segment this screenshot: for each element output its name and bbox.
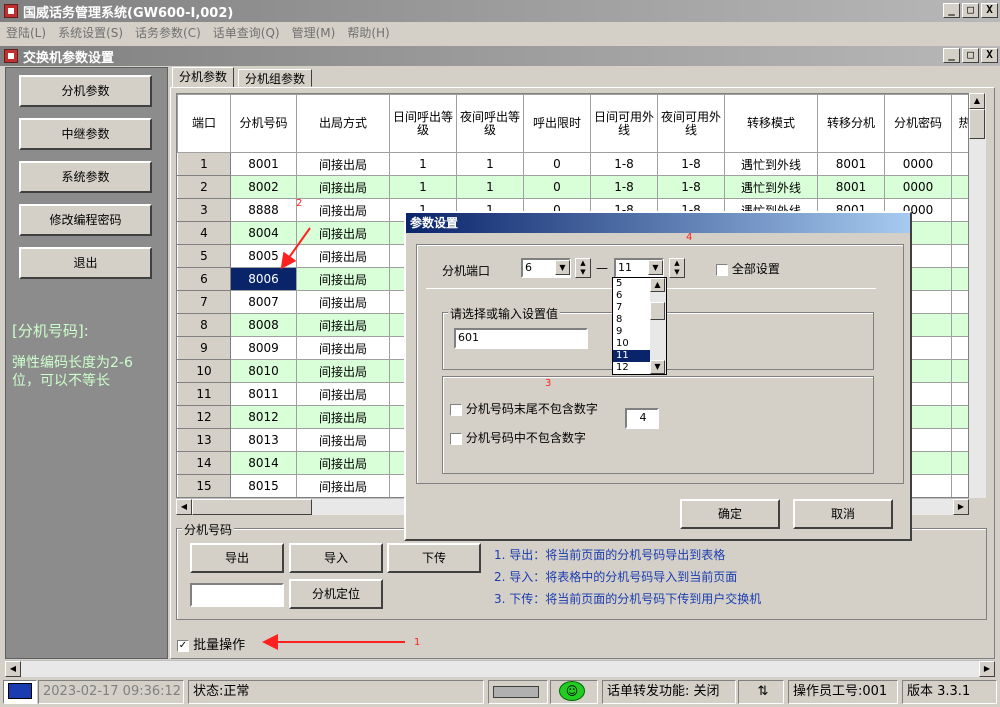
status-datetime: 2023-02-17 09:36:12 xyxy=(38,680,184,704)
list-item[interactable]: 6 xyxy=(613,290,651,302)
status-state: 状态:正常 xyxy=(188,680,484,704)
status-version: 版本 3.3.1 xyxy=(902,680,997,704)
value-input[interactable]: 601 xyxy=(454,328,588,349)
list-scroll-up-icon[interactable]: ▲ xyxy=(650,278,665,292)
window-scroll-right-icon[interactable]: ▶ xyxy=(979,661,995,677)
ok-button[interactable]: 确定 xyxy=(680,499,780,529)
list-item[interactable]: 8 xyxy=(613,314,651,326)
contains-label: 分机号码中不包含数字 xyxy=(465,431,586,445)
list-item[interactable]: 7 xyxy=(613,302,651,314)
port-from-dropdown-icon[interactable]: ▼ xyxy=(555,260,570,275)
digit-input[interactable]: 4 xyxy=(625,408,659,429)
window-horizontal-scrollbar[interactable]: ◀ ▶ xyxy=(5,660,995,677)
set-all-label: 全部设置 xyxy=(731,262,780,276)
device-icon xyxy=(488,680,548,704)
port-from-spinner[interactable]: ▲ ▼ xyxy=(575,258,591,278)
annotation-label-2: 2 xyxy=(296,198,303,209)
annotation-label-1: 1 xyxy=(414,637,421,648)
annotation-label-4: 4 xyxy=(686,232,693,243)
dialog-title: 参数设置 xyxy=(406,213,910,233)
list-item[interactable]: 12 xyxy=(613,362,651,374)
value-group-label: 请选择或输入设置值 xyxy=(448,305,561,322)
cancel-button[interactable]: 取消 xyxy=(793,499,893,529)
status-operator: 操作员工号:001 xyxy=(788,680,898,704)
annotation-arrow-2 xyxy=(280,227,311,270)
port-label: 分机端口 xyxy=(442,264,491,278)
annotation-label-3: 3 xyxy=(545,378,552,389)
set-all-option[interactable]: 全部设置 xyxy=(716,260,780,277)
network-icon: ⇅ xyxy=(738,680,784,704)
list-scrollbar[interactable]: ▲ ▼ xyxy=(650,278,666,374)
port-to-dropdown-list[interactable]: 5 6 7 8 9 10 11 12 ▲ ▼ xyxy=(612,277,667,375)
set-all-checkbox[interactable] xyxy=(716,263,728,276)
list-item[interactable]: 10 xyxy=(613,338,651,350)
status-bar: 2023-02-17 09:36:12 状态:正常 ☺ 话单转发功能: 关闭 ⇅… xyxy=(0,677,1000,707)
smiley-icon: ☺ xyxy=(550,680,598,704)
list-item[interactable]: 11 xyxy=(613,350,651,362)
status-forward: 话单转发功能: 关闭 xyxy=(602,680,736,704)
option-contains[interactable]: 分机号码中不包含数字 xyxy=(450,429,586,446)
contains-checkbox[interactable] xyxy=(450,432,462,445)
window-scroll-left-icon[interactable]: ◀ xyxy=(5,661,21,677)
suffix-label: 分机号码末尾不包含数字 xyxy=(465,402,598,416)
port-separator: — xyxy=(596,261,608,275)
computer-icon xyxy=(3,680,37,704)
option-suffix[interactable]: 分机号码末尾不包含数字 xyxy=(450,400,598,417)
list-scroll-down-icon[interactable]: ▼ xyxy=(650,360,665,374)
suffix-checkbox[interactable] xyxy=(450,403,462,416)
port-to-spinner[interactable]: ▲ ▼ xyxy=(669,258,685,278)
list-item[interactable]: 9 xyxy=(613,326,651,338)
list-scroll-thumb[interactable] xyxy=(650,302,665,320)
port-to-dropdown-icon[interactable]: ▼ xyxy=(648,260,663,275)
list-item[interactable]: 5 xyxy=(613,278,651,290)
